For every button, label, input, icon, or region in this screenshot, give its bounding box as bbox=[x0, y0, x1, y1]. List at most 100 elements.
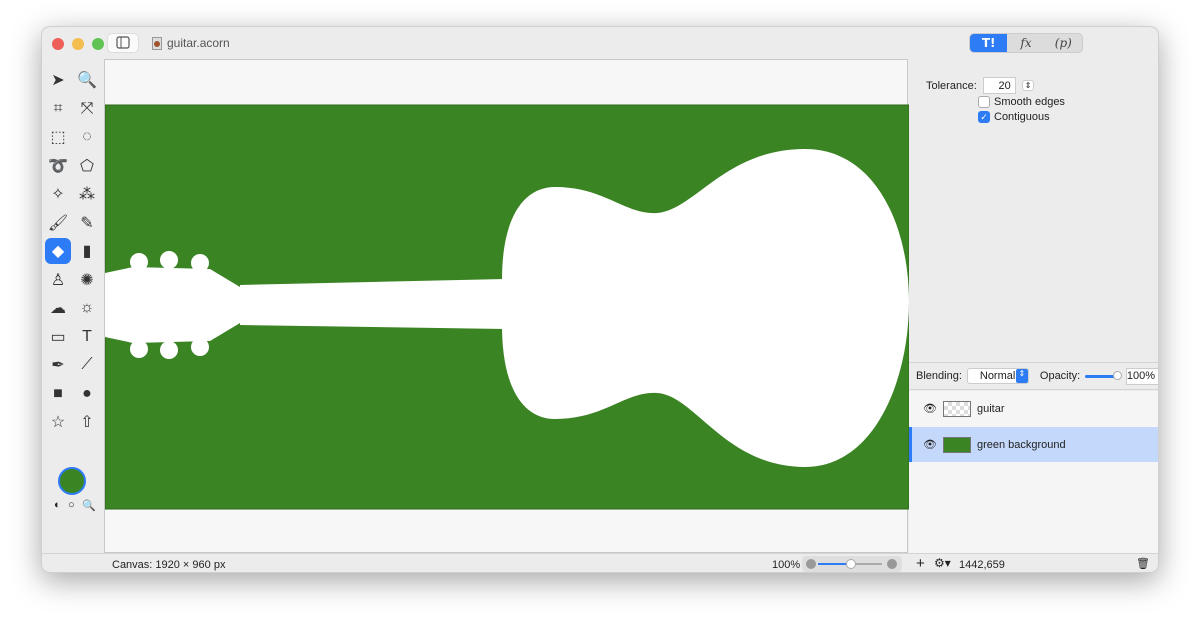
smudge-tool[interactable]: ✺ bbox=[74, 267, 100, 293]
rectangle-tool[interactable]: ■ bbox=[45, 381, 71, 407]
tolerance-stepper[interactable]: ⇕ bbox=[1021, 80, 1035, 91]
select-arrow-icon: ➤ bbox=[51, 72, 65, 89]
trash-icon[interactable]: 🗑 bbox=[1136, 557, 1150, 570]
arrow-tool[interactable]: ⇧ bbox=[74, 409, 100, 435]
eye-icon[interactable]: 👁 bbox=[923, 402, 937, 415]
line-tool[interactable]: ⟋ bbox=[74, 352, 100, 378]
ellipse-tool[interactable]: ● bbox=[74, 381, 100, 407]
foreground-color-well[interactable] bbox=[58, 467, 86, 495]
opacity-label: Opacity: bbox=[1039, 370, 1081, 382]
rectangle-icon: ■ bbox=[53, 384, 63, 402]
tolerance-label: Tolerance: bbox=[926, 79, 977, 92]
eraser-icon: ▮ bbox=[82, 243, 92, 260]
burn-tool[interactable]: ☁ bbox=[45, 295, 71, 321]
canvas-area[interactable] bbox=[104, 59, 910, 554]
contiguous-checkbox[interactable]: ✓ Contiguous bbox=[978, 111, 1050, 123]
brush-tool[interactable]: 🖌 bbox=[45, 210, 71, 236]
color-select-icon: ⁂ bbox=[79, 186, 95, 203]
zoom-in-icon[interactable] bbox=[887, 559, 897, 569]
layer-thumbnail bbox=[942, 436, 971, 453]
paint-bucket-icon: ◆ bbox=[51, 243, 65, 260]
rect-select-tool[interactable]: ⬚ bbox=[45, 124, 71, 150]
tab-effects[interactable]: fx bbox=[1007, 34, 1044, 52]
color-picker-icon[interactable]: 🔍 bbox=[82, 499, 96, 512]
select-arrow-tool[interactable]: ➤ bbox=[45, 67, 71, 93]
line-icon: ⟋ bbox=[81, 356, 93, 373]
sidebar-toggle-button[interactable] bbox=[107, 33, 139, 53]
inspector-panel: Tolerance: 20 ⇕ Smooth edges ✓ Contiguous… bbox=[909, 59, 1158, 553]
add-layer-button[interactable]: + bbox=[916, 555, 925, 572]
checkmark-icon: ✓ bbox=[978, 111, 990, 123]
magic-wand-tool[interactable]: ✧ bbox=[45, 181, 71, 207]
ellipse-icon: ● bbox=[82, 384, 92, 402]
tab-tools[interactable]: T! bbox=[970, 34, 1008, 52]
app-window: guitar.acorn T! fx (p) ➤ 🔍 ⌗ ⤧ ⬚ ◌ ➰ ⬠ ✧ ⁂ 🖌 ✎ ◆ ▮ ♙ ✺ ☁… bbox=[41, 26, 1159, 573]
close-button[interactable] bbox=[52, 38, 64, 50]
document-icon bbox=[152, 36, 162, 50]
ellipse-select-tool[interactable]: ◌ bbox=[74, 124, 100, 150]
chevron-updown-icon: ⇕ bbox=[1015, 369, 1028, 383]
brush-icon: 🖌 bbox=[47, 214, 69, 232]
tolerance-input[interactable]: 20 bbox=[982, 77, 1016, 94]
pencil-tool[interactable]: ✎ bbox=[74, 210, 100, 236]
burn-icon: ☁ bbox=[50, 300, 66, 317]
swap-colors-icon[interactable]: ◐ bbox=[54, 499, 61, 511]
status-bar: Canvas: 1920 × 960 px 100% + ⚙▾ 1442,659… bbox=[42, 553, 1158, 572]
polygon-lasso-icon: ⬠ bbox=[80, 157, 94, 175]
blending-select[interactable]: Normal ⇕ bbox=[966, 368, 1029, 384]
magic-wand-icon: ✧ bbox=[51, 186, 65, 203]
zoom-slider[interactable] bbox=[802, 556, 902, 572]
crop-tool[interactable]: ⌗ bbox=[45, 96, 71, 122]
clone-stamp-tool[interactable]: ♙ bbox=[45, 267, 71, 293]
arrow-icon: ⇧ bbox=[80, 414, 94, 431]
opacity-slider[interactable] bbox=[1085, 370, 1122, 380]
cursor-coordinates: 1442,659 bbox=[959, 559, 1005, 571]
lasso-tool[interactable]: ➰ bbox=[45, 153, 71, 179]
gear-icon[interactable]: ⚙▾ bbox=[934, 556, 951, 570]
ellipse-select-icon: ◌ bbox=[82, 128, 92, 145]
text-icon: T bbox=[82, 327, 92, 345]
star-icon: ☆ bbox=[50, 414, 66, 431]
lasso-icon: ➰ bbox=[48, 157, 68, 175]
inspector-segmented-control[interactable]: T! fx (p) bbox=[969, 33, 1083, 53]
crop-icon: ⌗ bbox=[53, 99, 63, 117]
sidebar-icon bbox=[116, 36, 130, 49]
transform-icon: ⤧ bbox=[80, 99, 94, 117]
zoom-out-icon[interactable] bbox=[806, 559, 816, 569]
layer-row-green-background[interactable]: 👁 green background bbox=[909, 427, 1158, 462]
smooth-edges-checkbox[interactable]: Smooth edges bbox=[978, 96, 1065, 108]
color-select-tool[interactable]: ⁂ bbox=[74, 181, 100, 207]
eye-icon[interactable]: 👁 bbox=[923, 438, 937, 451]
rect-select-icon: ⬚ bbox=[50, 129, 66, 146]
layer-row-guitar[interactable]: 👁 guitar bbox=[909, 391, 1158, 426]
dodge-sun-tool[interactable]: ☼ bbox=[74, 295, 100, 321]
transform-tool[interactable]: ⤧ bbox=[74, 96, 100, 122]
tool-palette: ➤ 🔍 ⌗ ⤧ ⬚ ◌ ➰ ⬠ ✧ ⁂ 🖌 ✎ ◆ ▮ ♙ ✺ ☁ ☼ ▭ T ✒ ⟋ ■ ● ☆ ⇧ ◐ ○ 🔍 bbox=[42, 59, 104, 553]
gradient-tool[interactable]: ▭ bbox=[45, 324, 71, 350]
canvas[interactable] bbox=[104, 60, 910, 554]
zoom-button[interactable] bbox=[92, 38, 104, 50]
star-tool[interactable]: ☆ bbox=[45, 409, 71, 435]
minimize-button[interactable] bbox=[72, 38, 84, 50]
opacity-input[interactable]: 100% bbox=[1125, 367, 1158, 385]
dodge-sun-icon: ☼ bbox=[79, 299, 95, 316]
zoom-tool[interactable]: 🔍 bbox=[74, 67, 100, 93]
pen-tool[interactable]: ✒ bbox=[45, 352, 71, 378]
gradient-icon: ▭ bbox=[50, 328, 66, 346]
zoom-icon: 🔍 bbox=[77, 72, 97, 89]
window-title: guitar.acorn bbox=[152, 36, 230, 50]
pen-icon: ✒ bbox=[51, 357, 65, 374]
eraser-tool[interactable]: ▮ bbox=[74, 238, 100, 264]
canvas-size-label: Canvas: 1920 × 960 px bbox=[112, 559, 226, 571]
blending-label: Blending: bbox=[916, 370, 962, 382]
background-color-well[interactable]: ○ bbox=[68, 499, 75, 511]
pencil-icon: ✎ bbox=[80, 214, 94, 232]
layer-thumbnail bbox=[942, 400, 971, 417]
zoom-level: 100% bbox=[772, 559, 801, 571]
text-tool[interactable]: T bbox=[74, 324, 100, 350]
clone-stamp-icon: ♙ bbox=[50, 271, 66, 289]
paint-bucket-tool[interactable]: ◆ bbox=[45, 238, 71, 264]
polygon-lasso-tool[interactable]: ⬠ bbox=[74, 153, 100, 179]
layers-list: 👁 guitar 👁 green background bbox=[909, 391, 1158, 553]
tab-properties[interactable]: (p) bbox=[1045, 34, 1082, 52]
